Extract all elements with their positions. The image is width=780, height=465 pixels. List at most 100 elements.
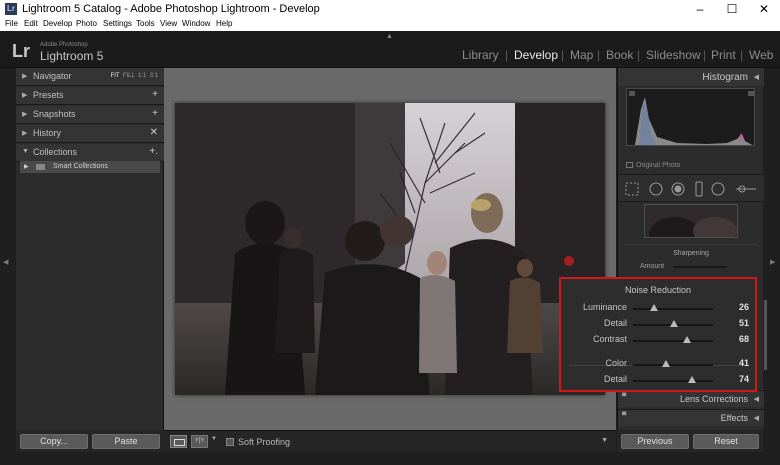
zoom-fill[interactable]: FILL xyxy=(123,73,135,79)
histogram-header[interactable]: Histogram ◀ xyxy=(618,68,764,86)
toolbar-menu-icon[interactable]: ▼ xyxy=(601,437,608,444)
color-slider-track[interactable] xyxy=(633,360,713,367)
menu-edit[interactable]: Edit xyxy=(24,19,38,28)
color-value[interactable]: 41 xyxy=(739,358,749,368)
effects-header[interactable]: ▀ Effects ◀ xyxy=(618,409,764,426)
menu-view[interactable]: View xyxy=(160,19,177,28)
luminance-slider-row[interactable]: Luminance 26 xyxy=(561,301,755,315)
street-crowd-photo xyxy=(175,103,605,395)
add-preset-icon[interactable]: + xyxy=(152,89,158,100)
menu-bar: File Edit Develop Photo Settings Tools V… xyxy=(0,18,780,31)
navigator-header[interactable]: ▶ Navigator FIT FILL 1:1 3:1 xyxy=(16,68,164,86)
soft-proofing-checkbox[interactable] xyxy=(226,438,234,446)
tool-icons xyxy=(625,181,756,197)
module-book[interactable]: Book xyxy=(606,48,633,62)
color-detail-slider-row[interactable]: Detail 74 xyxy=(561,373,755,387)
zoom-fit[interactable]: FIT xyxy=(111,73,120,79)
menu-settings[interactable]: Settings xyxy=(103,19,132,28)
color-detail-slider-track[interactable] xyxy=(633,376,713,383)
copy-button[interactable]: Copy... xyxy=(20,434,88,449)
chevron-down-icon[interactable]: ▼ xyxy=(211,436,217,442)
soft-proofing-label: Soft Proofing xyxy=(238,437,291,447)
amount-label: Amount xyxy=(640,263,665,270)
paste-button[interactable]: Paste xyxy=(92,434,160,449)
luminance-detail-slider-thumb[interactable] xyxy=(669,320,678,327)
left-panel: ▶ Navigator FIT FILL 1:1 3:1 ▶ Presets +… xyxy=(16,68,164,430)
loupe-view-icon[interactable] xyxy=(170,435,187,448)
contrast-slider-track[interactable] xyxy=(633,336,713,343)
module-separator: | xyxy=(703,48,707,62)
original-photo-checkbox[interactable] xyxy=(626,162,633,169)
history-label: History xyxy=(33,128,62,138)
module-library[interactable]: Library xyxy=(462,48,499,62)
module-slideshow[interactable]: Slideshow xyxy=(646,48,701,62)
color-detail-label: Detail xyxy=(603,374,627,384)
luminance-value[interactable]: 26 xyxy=(739,302,749,312)
window-title-bar: Lr Lightroom 5 Catalog - Adobe Photoshop… xyxy=(0,0,780,18)
color-slider-row[interactable]: Color 41 xyxy=(561,357,755,371)
luminance-detail-value[interactable]: 51 xyxy=(739,318,749,328)
module-print[interactable]: Print xyxy=(711,48,736,62)
menu-window[interactable]: Window xyxy=(182,19,210,28)
left-panel-footer: Copy... Paste xyxy=(16,430,164,452)
collapse-triangle-icon: ▶ xyxy=(22,73,28,80)
module-develop[interactable]: Develop xyxy=(514,48,558,62)
zoom-1-1[interactable]: 1:1 xyxy=(138,73,146,79)
amount-slider[interactable] xyxy=(673,266,727,268)
add-collection-icon[interactable]: +. xyxy=(149,146,158,157)
contrast-slider-thumb[interactable] xyxy=(683,336,692,343)
color-slider-thumb[interactable] xyxy=(661,360,670,367)
navigator-zoom-modes: FIT FILL 1:1 3:1 xyxy=(111,73,158,79)
lens-corrections-header[interactable]: ▀ Lens Corrections ◀ xyxy=(618,390,764,407)
left-panel-toggle-icon[interactable]: ◀ xyxy=(3,258,8,266)
panel-switch-icon[interactable]: ▀ xyxy=(622,413,626,419)
snapshots-label: Snapshots xyxy=(33,109,76,119)
collapse-triangle-icon: ▶ xyxy=(22,111,28,118)
reset-button[interactable]: Reset xyxy=(693,434,759,449)
panel-switch-icon[interactable]: ▀ xyxy=(622,394,626,400)
minimize-button[interactable]: – xyxy=(684,0,716,18)
maximize-button[interactable]: ☐ xyxy=(716,0,748,18)
color-detail-slider-thumb[interactable] xyxy=(688,376,697,383)
close-button[interactable]: ✕ xyxy=(748,0,780,18)
brand-subtitle: Adobe Photoshop xyxy=(40,42,88,48)
top-panel-toggle-icon[interactable]: ▲ xyxy=(386,33,393,40)
luminance-slider-track[interactable] xyxy=(633,304,713,311)
noise-reduction-title: Noise Reduction xyxy=(624,285,692,295)
luminance-detail-slider-track[interactable] xyxy=(633,320,713,327)
menu-develop[interactable]: Develop xyxy=(43,19,72,28)
previous-button[interactable]: Previous xyxy=(621,434,689,449)
menu-photo[interactable]: Photo xyxy=(76,19,97,28)
right-panel-scrollbar[interactable] xyxy=(764,300,767,370)
original-photo-toggle[interactable]: Original Photo xyxy=(626,162,680,169)
module-map[interactable]: Map xyxy=(570,48,593,62)
clear-history-icon[interactable]: ✕ xyxy=(150,127,158,138)
smart-collections-item[interactable]: ▶ Smart Collections xyxy=(20,161,160,173)
collections-header[interactable]: ▼ Collections +. xyxy=(16,144,164,162)
history-header[interactable]: ▶ History ✕ xyxy=(16,125,164,143)
module-web[interactable]: Web xyxy=(749,48,773,62)
menu-help[interactable]: Help xyxy=(216,19,232,28)
detail-preview-thumbnail[interactable] xyxy=(644,204,738,238)
menu-file[interactable]: File xyxy=(5,19,18,28)
contrast-slider-row[interactable]: Contrast 68 xyxy=(561,333,755,347)
luminance-slider-thumb[interactable] xyxy=(649,304,658,311)
menu-tools[interactable]: Tools xyxy=(136,19,155,28)
color-detail-value[interactable]: 74 xyxy=(739,374,749,384)
color-label: Color xyxy=(605,358,627,368)
snapshots-header[interactable]: ▶ Snapshots + xyxy=(16,106,164,124)
add-snapshot-icon[interactable]: + xyxy=(152,108,158,119)
module-separator: | xyxy=(597,48,601,62)
luminance-detail-slider-row[interactable]: Detail 51 xyxy=(561,317,755,331)
right-panel-toggle-icon[interactable]: ▶ xyxy=(770,258,775,266)
collections-label: Collections xyxy=(33,147,78,157)
histogram-label: Histogram xyxy=(702,72,748,83)
contrast-value[interactable]: 68 xyxy=(739,334,749,344)
before-after-icon[interactable]: Y|Y xyxy=(191,435,208,448)
module-separator: | xyxy=(740,48,744,62)
presets-header[interactable]: ▶ Presets + xyxy=(16,87,164,105)
histogram-graph[interactable] xyxy=(626,88,755,146)
zoom-3-1[interactable]: 3:1 xyxy=(150,73,158,79)
histogram-curve xyxy=(629,91,754,145)
photo-canvas[interactable] xyxy=(164,68,616,430)
